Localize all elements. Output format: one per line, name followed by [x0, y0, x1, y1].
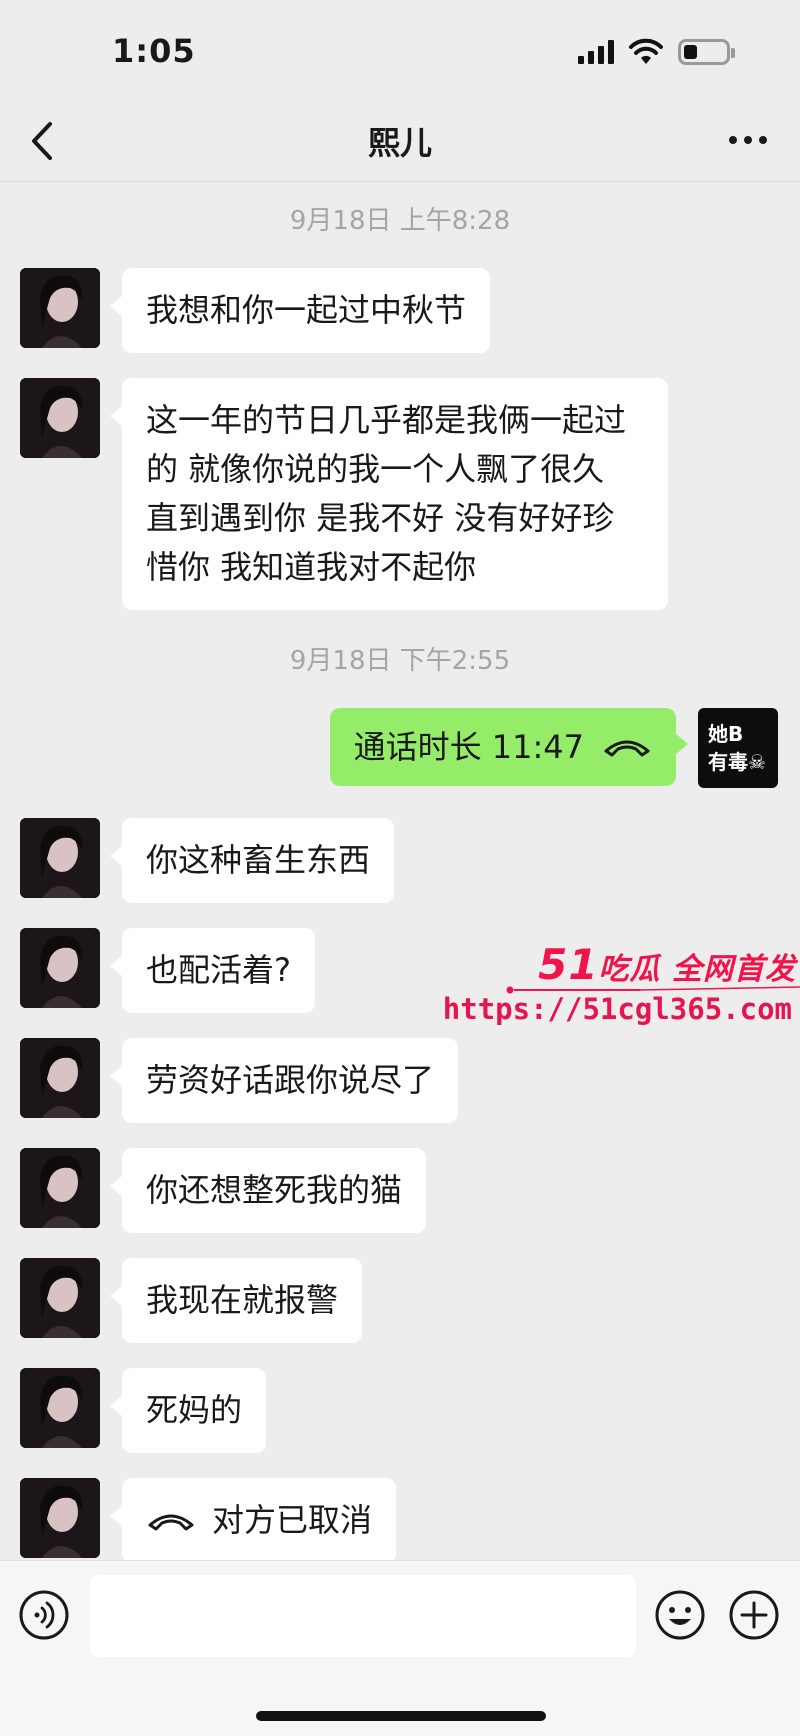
watermark-url: https://51cgl365.com [442, 992, 792, 1026]
nav-bar: 熙儿 [0, 100, 800, 182]
contact-avatar[interactable] [20, 1478, 100, 1558]
watermark-brand: 51吃瓜 全网首发 [538, 940, 796, 989]
status-bar: 1:05 [0, 0, 800, 100]
plus-icon[interactable] [728, 1589, 780, 1641]
message-bubble[interactable]: 也配活着? [110, 928, 315, 1013]
contact-avatar[interactable] [20, 1148, 100, 1228]
message-input[interactable] [90, 1575, 636, 1657]
signal-icon [578, 40, 614, 64]
message-bubble[interactable]: 我想和你一起过中秋节 [109, 268, 491, 353]
message-bubble[interactable]: 劳资好话跟你说尽了 [109, 1038, 459, 1123]
home-indicator [256, 1711, 546, 1721]
call-duration-bubble[interactable]: 通话时长 11:47 [329, 708, 689, 786]
watermark: 51吃瓜 全网首发 https://51cgl365.com [443, 940, 800, 1040]
contact-avatar[interactable] [20, 1258, 100, 1338]
wifi-icon [629, 38, 663, 64]
watermark-number: 51 [538, 940, 599, 989]
message-bubble[interactable]: 你还想整死我的猫 [109, 1148, 427, 1233]
canceled-call-text: 对方已取消 [212, 1501, 373, 1539]
call-duration-text: 通话时长 11:47 [353, 728, 584, 766]
message-bubble[interactable]: 你这种畜生东西 [109, 818, 395, 903]
emoji-icon[interactable] [654, 1589, 706, 1641]
message-bubble[interactable]: 死妈的 [109, 1368, 267, 1453]
self-avatar[interactable]: 她B 有毒☠ [698, 708, 778, 788]
contact-avatar[interactable] [20, 378, 100, 458]
timestamp: 9月18日 下午2:55 [289, 646, 511, 676]
watermark-brand-text: 吃瓜 全网首发 [598, 952, 796, 987]
self-avatar-text: 有毒☠ [708, 750, 766, 774]
canceled-call-bubble[interactable]: 对方已取消 [109, 1478, 397, 1563]
status-time: 1:05 [112, 32, 196, 70]
contact-avatar[interactable] [20, 928, 100, 1008]
status-icons [578, 38, 735, 66]
chat-title: 熙儿 [367, 124, 432, 162]
contact-avatar[interactable] [20, 818, 100, 898]
battery-icon [678, 39, 735, 65]
voice-icon[interactable] [18, 1589, 70, 1641]
contact-avatar[interactable] [20, 1368, 100, 1448]
contact-avatar[interactable] [20, 268, 100, 348]
self-avatar-text: 她B [708, 722, 744, 746]
timestamp: 9月18日 上午8:28 [289, 206, 511, 236]
contact-avatar[interactable] [20, 1038, 100, 1118]
phone-hangup-icon [148, 1514, 194, 1530]
message-bubble[interactable]: 我现在就报警 [109, 1258, 363, 1343]
more-icon[interactable] [726, 122, 770, 158]
message-bubble[interactable]: 这一年的节日几乎都是我俩一起过的 就像你说的我一个人飘了很久 直到遇到你 是我不… [110, 378, 668, 610]
phone-hangup-icon [604, 740, 650, 757]
input-bar [0, 1560, 800, 1736]
